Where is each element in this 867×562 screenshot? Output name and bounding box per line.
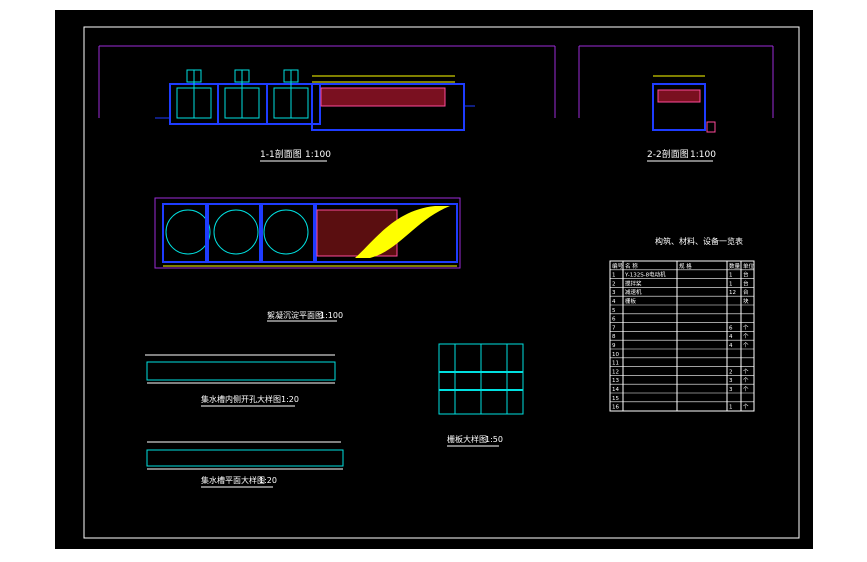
table-cell: 4 [729,343,733,349]
mixer-circle [213,209,259,255]
holes-detail-title: 集水槽内侧开孔大样图 [201,394,281,404]
sloped-plates [320,87,446,107]
table-header-cell: 规 格 [679,262,692,270]
plan-view: 絮凝沉淀平面图 1:100 [154,197,461,322]
plan-scale: 1:100 [320,311,343,320]
table-cell: 11 [612,361,619,367]
viewport: 1-1剖面图 1:100 2-2剖面图 1:100 絮凝沉淀平面图 1:100 … [0,0,867,562]
table-cell: 个 [743,386,749,393]
table-cell: 16 [612,405,619,411]
grid-detail-title: 栅板大样图 [447,434,487,444]
drawing-sheet: 1-1剖面图 1:100 2-2剖面图 1:100 絮凝沉淀平面图 1:100 … [55,10,813,549]
table-cell: 12 [612,369,619,375]
table-cell: 3 [729,387,733,393]
table-cell: 个 [743,368,749,375]
tank-wall [205,204,209,262]
holes-detail-scale: 1:20 [281,395,299,404]
section-1-1: 1-1剖面图 1:100 [98,45,556,162]
table-cell: 10 [612,352,619,358]
section-2-2: 2-2剖面图 1:100 [578,45,774,162]
equipment-table: 构筑、材料、设备一览表 编号名 称 规 格 数量 单位 1 Y-132S-8电动机 1 台 2 搅… [609,236,755,412]
table-cell: 台 [743,279,749,287]
trough-plan-title: 集水槽平面大样图 [201,475,265,485]
trough-outline [146,449,344,467]
table-cell: Y-132S-8电动机 [624,271,666,279]
table-cell: 15 [612,396,619,402]
table-cell: 个 [743,342,749,349]
table-header-cell: 编号 [612,262,624,270]
section-2-2-scale: 1:100 [690,150,716,160]
plan-title: 絮凝沉淀平面图 [267,310,323,320]
grid-detail: 栅板大样图 1:50 [438,343,524,447]
table-cell: 1 [729,281,733,287]
trough-wall [146,361,336,381]
table-cell: 块 [743,297,749,305]
mixer-circle [165,209,211,255]
grid-detail-scale: 1:50 [485,435,503,444]
trough-plan-detail: 集水槽平面大样图 1:20 [146,441,344,488]
table-cell: 7 [612,325,616,331]
table-cell: 12 [729,290,736,296]
table-cell: 2 [612,281,616,287]
section-1-1-title: 1-1剖面图 [260,148,302,160]
table-cell: 14 [612,387,619,393]
table-cell: 6 [612,317,616,323]
table-header-cell: 单位 [743,262,755,270]
table-cell: 1 [612,273,616,279]
table-cell: 1 [729,405,733,411]
section-1-1-scale: 1:100 [305,150,331,160]
holes-detail: 集水槽内侧开孔大样图 1:20 [145,354,336,407]
table-cell: 个 [743,324,749,331]
table-title: 构筑、材料、设备一览表 [655,236,743,246]
table-cell: 台 [743,288,749,296]
table-header-cell: 名 称 [625,262,638,270]
table-cell: 搅拌桨 [625,279,642,287]
tank-wall [259,204,263,262]
table-cell: 3 [729,378,733,384]
table-header-cell: 数量 [729,262,741,270]
table-cell: 9 [612,343,616,349]
table-cell: 1 [729,273,733,279]
section-2-2-title: 2-2剖面图 [647,148,689,160]
table-cell: 6 [729,325,733,331]
table-cell: 4 [612,299,616,305]
mixer-circle [263,209,309,255]
table-cell: 栅板 [625,297,637,305]
cad-drawing: 1-1剖面图 1:100 2-2剖面图 1:100 絮凝沉淀平面图 1:100 … [83,26,800,539]
table-cell: 个 [743,333,749,340]
sloped-plates [657,89,701,103]
table-cell: 2 [729,369,733,375]
table-cell: 减速机 [625,288,642,296]
table-cell: 4 [729,334,733,340]
table-cell: 3 [612,290,616,296]
table-cell: 台 [743,271,749,279]
trough-plan-scale: 1:20 [259,476,277,485]
table-cell: 13 [612,378,619,384]
table-cell: 个 [743,404,749,411]
sump [706,121,716,133]
table-cell: 个 [743,377,749,384]
table-cell: 8 [612,334,616,340]
tank-wall [313,204,317,262]
table-cell: 5 [612,308,616,314]
